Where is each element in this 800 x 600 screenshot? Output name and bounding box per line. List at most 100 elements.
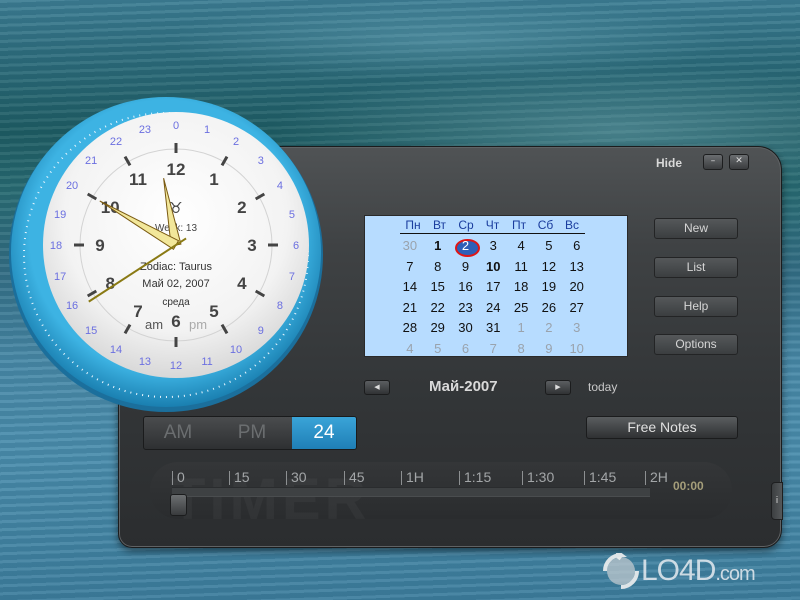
minimize-button[interactable]: –	[703, 154, 723, 170]
weekday-label: Пн	[405, 218, 421, 232]
calendar-day[interactable]: 1	[507, 318, 535, 339]
calendar-day[interactable]: 25	[507, 298, 535, 319]
inner-hour-label: 5	[209, 302, 218, 321]
calendar-day[interactable]: 4	[396, 339, 424, 360]
outer-hour-label: 18	[50, 240, 62, 252]
inner-hour-label: 11	[129, 170, 147, 189]
lo4d-suffix: .com	[715, 563, 755, 585]
calendar-day[interactable]: 14	[396, 277, 424, 298]
outer-hour-label: 10	[230, 344, 242, 356]
timer-tick-label: 45	[344, 470, 365, 485]
calendar-day[interactable]: 21	[396, 298, 424, 319]
outer-hour-label: 16	[66, 300, 78, 312]
info-icon: i	[775, 496, 779, 506]
calendar-day[interactable]: 30	[396, 236, 424, 257]
new-button[interactable]: New	[654, 218, 738, 239]
outer-hour-label: 12	[170, 360, 182, 372]
inner-hour-label: 1	[209, 170, 218, 189]
calendar-day[interactable]: 6	[563, 236, 591, 257]
timer-watermark: TIMER	[170, 466, 370, 533]
calendar-day[interactable]: 29	[424, 318, 452, 339]
calendar-day[interactable]: 4	[507, 236, 535, 257]
calendar-day[interactable]: 7	[396, 257, 424, 278]
calendar-day[interactable]: 10	[563, 339, 591, 360]
timer-slider-handle[interactable]	[170, 494, 187, 516]
calendar-day[interactable]: 30	[452, 318, 480, 339]
prev-month-button[interactable]: ◀	[364, 380, 390, 395]
timer-tick-label: 1:15	[459, 470, 491, 485]
inner-hour-label: 7	[133, 302, 142, 321]
calendar-day[interactable]: 6	[452, 339, 480, 360]
calendar-day[interactable]: 8	[424, 257, 452, 278]
24h-option[interactable]: 24	[292, 417, 356, 449]
outer-hour-label: 19	[54, 209, 66, 221]
calendar-day[interactable]: 15	[424, 277, 452, 298]
am-option[interactable]: AM	[144, 417, 212, 449]
timer-tick-label: 0	[172, 470, 185, 485]
calendar-grid: 30 1 2 3 4 5 6 7 8 9 10 11 12 13 14 15 16 17 18 19 20 21 22 23 2…	[396, 236, 591, 359]
calendar-day[interactable]: 11	[507, 257, 535, 278]
outer-hour-label: 14	[110, 344, 122, 356]
close-button[interactable]: ✕	[729, 154, 749, 170]
calendar-day[interactable]: 7	[479, 339, 507, 360]
analog-clock: 0 123456789101112131415161718192021222312…	[9, 97, 323, 412]
calendar-day[interactable]: 22	[424, 298, 452, 319]
calendar-day[interactable]: 31	[479, 318, 507, 339]
outer-hour-label: 23	[139, 124, 151, 136]
calendar-day[interactable]: 24	[479, 298, 507, 319]
calendar-day[interactable]: 17	[479, 277, 507, 298]
list-button[interactable]: List	[654, 257, 738, 278]
calendar-day[interactable]: 2	[535, 318, 563, 339]
calendar-day[interactable]: 19	[535, 277, 563, 298]
outer-hour-label: 6	[293, 240, 299, 252]
calendar: Пн Вт Ср Чт Пт Сб Вс 30 1 2 3 4 5 6 7 8 9 10 11 12 13 14 15 16…	[364, 215, 628, 357]
calendar-day-number: 2	[461, 238, 470, 253]
inner-hour-label: 6	[171, 312, 180, 331]
calendar-day[interactable]: 23	[452, 298, 480, 319]
calendar-day[interactable]: 16	[452, 277, 480, 298]
calendar-day[interactable]: 26	[535, 298, 563, 319]
outer-hour-label: 0	[173, 120, 179, 132]
pm-option[interactable]: PM	[212, 417, 292, 449]
outer-hour-label: 15	[85, 325, 97, 337]
calendar-day[interactable]: 5	[424, 339, 452, 360]
calendar-day[interactable]: 1	[424, 236, 452, 257]
calendar-day[interactable]: 10	[479, 257, 507, 278]
time-format-toggle: AM PM 24	[143, 416, 357, 450]
calendar-day[interactable]: 9	[535, 339, 563, 360]
help-button[interactable]: Help	[654, 296, 738, 317]
free-notes-button[interactable]: Free Notes	[586, 416, 738, 439]
hide-button[interactable]: Hide	[656, 156, 682, 170]
calendar-day[interactable]: 12	[535, 257, 563, 278]
outer-hour-label: 7	[289, 271, 295, 283]
outer-hour-label: 1	[204, 124, 210, 136]
calendar-day[interactable]: 28	[396, 318, 424, 339]
outer-hour-label: 3	[258, 155, 264, 167]
calendar-weekday-header: Пн Вт Ср Чт Пт Сб Вс	[400, 218, 585, 234]
calendar-day[interactable]: 18	[507, 277, 535, 298]
calendar-day[interactable]: 27	[563, 298, 591, 319]
calendar-day[interactable]: 8	[507, 339, 535, 360]
outer-hour-label: 22	[110, 136, 122, 148]
calendar-day[interactable]: 13	[563, 257, 591, 278]
next-month-button[interactable]: ▶	[545, 380, 571, 395]
lo4d-brand: LO4D	[641, 554, 716, 587]
calendar-day-today[interactable]: 2	[452, 236, 480, 257]
calendar-day[interactable]: 5	[535, 236, 563, 257]
timer-tick-label: 30	[286, 470, 307, 485]
timer-track[interactable]	[172, 487, 650, 497]
am-indicator: am	[145, 317, 163, 332]
calendar-day[interactable]: 9	[452, 257, 480, 278]
close-icon: ✕	[735, 156, 743, 166]
outer-hour-label: 20	[66, 180, 78, 192]
outer-hour-label: 4	[277, 180, 283, 192]
outer-hour-label: 9	[258, 325, 264, 337]
calendar-day[interactable]: 3	[479, 236, 507, 257]
calendar-day[interactable]: 3	[563, 318, 591, 339]
today-link[interactable]: today	[588, 380, 617, 394]
calendar-week-row: 28 29 30 31 1 2 3	[396, 318, 591, 339]
calendar-week-row: 4 5 6 7 8 9 10	[396, 339, 591, 360]
options-button[interactable]: Options	[654, 334, 738, 355]
info-tab[interactable]: i	[771, 482, 783, 520]
calendar-day[interactable]: 20	[563, 277, 591, 298]
